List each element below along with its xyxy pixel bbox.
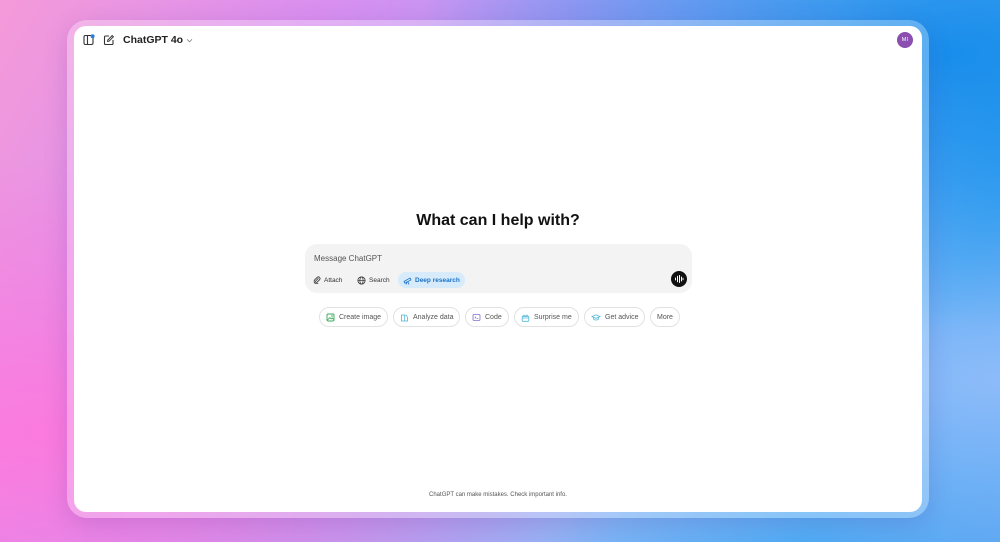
graduation-cap-icon <box>591 313 601 322</box>
voice-waveform-icon <box>674 270 684 288</box>
avatar-initials: MI <box>901 37 909 43</box>
model-name: ChatGPT 4o <box>123 34 184 46</box>
message-input[interactable] <box>314 252 654 264</box>
suggestion-label: Analyze data <box>413 313 454 321</box>
attach-label: Attach <box>324 276 343 284</box>
chart-icon <box>400 313 409 322</box>
voice-mode-button[interactable] <box>671 271 687 287</box>
deep-research-label: Deep research <box>415 276 460 284</box>
globe-icon <box>357 276 366 285</box>
attach-button[interactable]: Attach <box>308 272 347 288</box>
avatar[interactable]: MI <box>897 32 913 48</box>
search-label: Search <box>369 276 390 284</box>
suggestion-more[interactable]: More <box>650 307 680 327</box>
suggestion-create-image[interactable]: Create image <box>319 307 389 327</box>
suggestion-label: Create image <box>339 313 382 321</box>
suggestion-analyze-data[interactable]: Analyze data <box>393 307 461 327</box>
page-title: What can I help with? <box>416 212 580 229</box>
chatgpt-window: ChatGPT 4o MI What can I help with? Atta… <box>74 26 922 512</box>
suggestion-code[interactable]: Code <box>465 307 509 327</box>
chevron-down-icon <box>186 37 193 44</box>
code-icon <box>472 313 481 322</box>
composer: Attach Search Deep research <box>305 244 692 293</box>
paperclip-icon <box>313 276 321 284</box>
suggestion-label: More <box>657 313 673 321</box>
suggestion-label: Surprise me <box>534 313 572 321</box>
image-icon <box>326 313 335 322</box>
suggestion-label: Code <box>485 313 502 321</box>
search-button[interactable]: Search <box>352 272 395 288</box>
suggestion-surprise-me[interactable]: Surprise me <box>514 307 579 327</box>
suggestion-label: Get advice <box>605 313 639 321</box>
top-bar: ChatGPT 4o MI <box>74 26 922 54</box>
footer-disclaimer: ChatGPT can make mistakes. Check importa… <box>429 492 567 498</box>
gift-icon <box>521 313 530 322</box>
deep-research-button[interactable]: Deep research <box>398 272 465 288</box>
model-switcher[interactable]: ChatGPT 4o <box>123 32 193 48</box>
sidebar-toggle-icon[interactable] <box>83 34 95 46</box>
suggestion-get-advice[interactable]: Get advice <box>584 307 646 327</box>
telescope-icon <box>403 276 412 285</box>
new-chat-icon[interactable] <box>103 34 115 46</box>
